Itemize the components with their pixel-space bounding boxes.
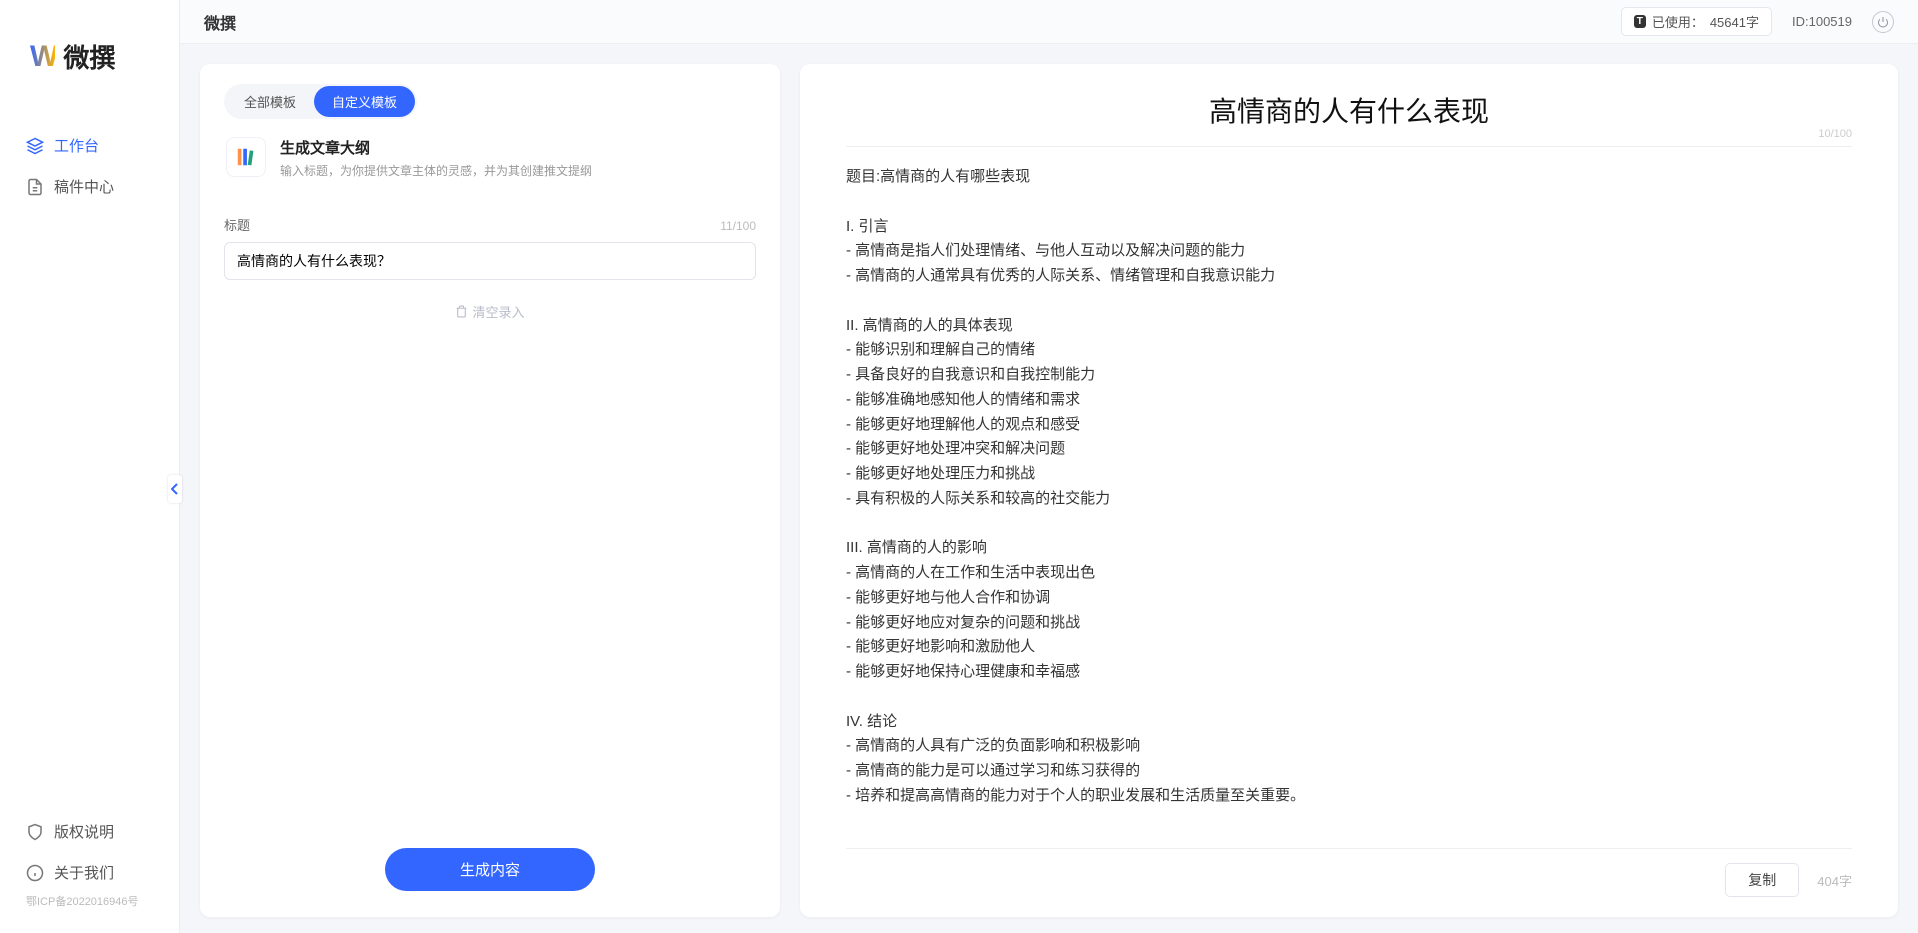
doc-body[interactable]: 题目:高情商的人有哪些表现 I. 引言 - 高情商是指人们处理情绪、与他人互动以… bbox=[846, 165, 1852, 838]
logo: W 微撰 bbox=[0, 0, 179, 105]
sidebar: W 微撰 工作台 稿件中心 版权说明 bbox=[0, 0, 180, 933]
chevron-left-icon bbox=[171, 483, 179, 495]
nav-item-workbench[interactable]: 工作台 bbox=[0, 125, 179, 166]
cube-icon bbox=[26, 137, 44, 155]
logo-icon: W bbox=[30, 40, 55, 74]
collapse-handle[interactable] bbox=[168, 475, 182, 503]
template-card: 生成文章大纲 输入标题，为你提供文章主体的灵感，并为其创建推文提纲 bbox=[224, 119, 756, 185]
clear-input-link[interactable]: 清空录入 bbox=[224, 302, 756, 321]
info-icon bbox=[26, 864, 44, 882]
template-tabs: 全部模板 自定义模板 bbox=[224, 84, 417, 119]
field-label: 标题 bbox=[224, 215, 250, 234]
power-button[interactable] bbox=[1872, 11, 1894, 33]
page-title: 微撰 bbox=[204, 10, 236, 34]
user-id: ID:100519 bbox=[1792, 14, 1852, 29]
word-count: 404字 bbox=[1817, 871, 1852, 890]
title-char-count: 10/100 bbox=[1818, 128, 1852, 140]
usage-pill[interactable]: T 已使用： 45641字 bbox=[1621, 7, 1772, 36]
generate-button[interactable]: 生成内容 bbox=[385, 848, 595, 891]
field-char-count: 11/100 bbox=[720, 219, 756, 233]
shield-icon bbox=[26, 823, 44, 841]
nav-label: 工作台 bbox=[54, 135, 99, 156]
topbar: 微撰 T 已使用： 45641字 ID:100519 bbox=[180, 0, 1918, 44]
text-badge-icon: T bbox=[1634, 15, 1646, 28]
template-title: 生成文章大纲 bbox=[280, 137, 592, 158]
usage-value: 45641字 bbox=[1710, 12, 1759, 31]
doc-title[interactable]: 高情商的人有什么表现 bbox=[846, 90, 1852, 130]
nav-item-drafts[interactable]: 稿件中心 bbox=[0, 166, 179, 207]
nav-label: 版权说明 bbox=[54, 821, 114, 842]
input-panel: 全部模板 自定义模板 生成文章大纲 输入标题，为你提供文章主体的灵感，并为其创建… bbox=[200, 64, 780, 917]
nav-item-copyright[interactable]: 版权说明 bbox=[0, 811, 179, 852]
logo-text: 微撰 bbox=[63, 38, 115, 75]
nav-label: 关于我们 bbox=[54, 862, 114, 883]
usage-label: 已使用： bbox=[1652, 12, 1704, 31]
title-input[interactable] bbox=[224, 242, 756, 280]
output-panel: 高情商的人有什么表现 10/100 题目:高情商的人有哪些表现 I. 引言 - … bbox=[800, 64, 1898, 917]
nav: 工作台 稿件中心 bbox=[0, 105, 179, 811]
nav-label: 稿件中心 bbox=[54, 176, 114, 197]
trash-icon bbox=[455, 305, 468, 318]
power-icon bbox=[1877, 16, 1889, 28]
copy-button[interactable]: 复制 bbox=[1725, 863, 1799, 897]
books-icon bbox=[226, 137, 266, 177]
tab-all-templates[interactable]: 全部模板 bbox=[226, 86, 314, 117]
nav-item-about[interactable]: 关于我们 bbox=[0, 852, 179, 893]
template-desc: 输入标题，为你提供文章主体的灵感，并为其创建推文提纲 bbox=[280, 162, 592, 179]
bottom-nav: 版权说明 关于我们 鄂ICP备2022016946号 bbox=[0, 811, 179, 933]
tab-custom-templates[interactable]: 自定义模板 bbox=[314, 86, 415, 117]
icp-text: 鄂ICP备2022016946号 bbox=[0, 893, 179, 919]
document-icon bbox=[26, 178, 44, 196]
